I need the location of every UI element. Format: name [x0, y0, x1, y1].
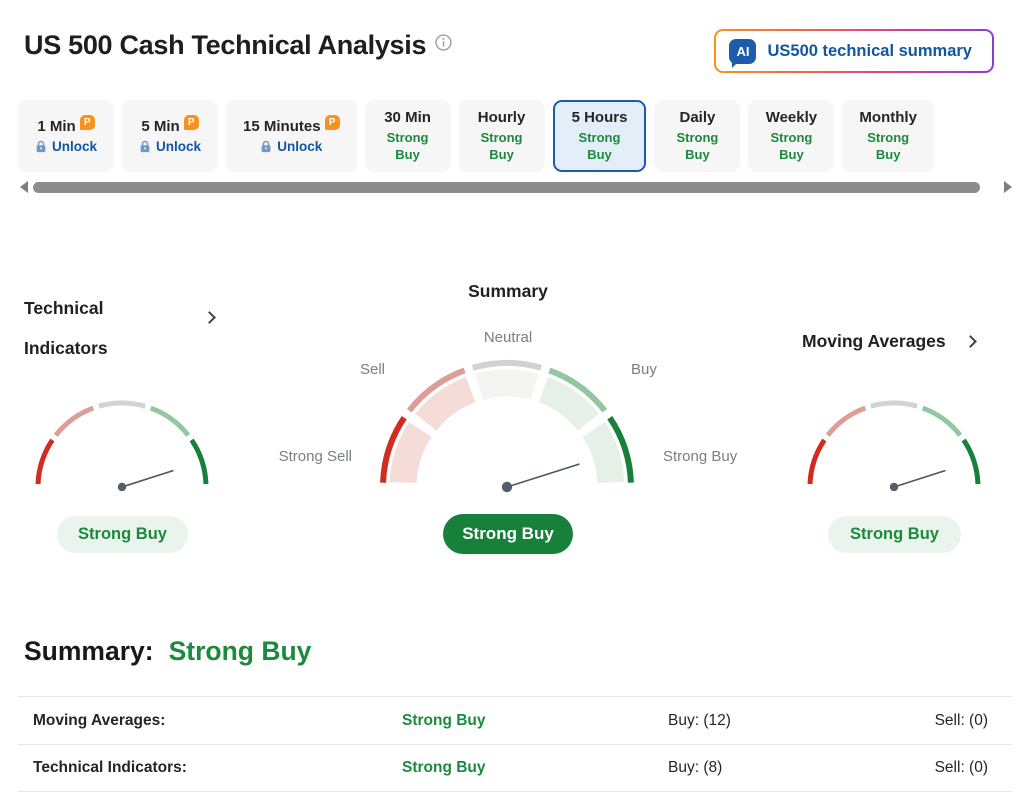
chevron-right-icon	[963, 335, 977, 348]
ai-summary-button[interactable]: AI US500 technical summary	[714, 29, 994, 73]
scroll-left-arrow-icon[interactable]	[20, 181, 28, 193]
gauge-needle	[121, 469, 174, 488]
unlock-button[interactable]: Unlock	[35, 139, 97, 154]
technical-indicators-gauge	[35, 400, 209, 491]
tab-signal: Strong Buy	[578, 129, 621, 162]
moving-averages-gauge	[807, 400, 981, 491]
tab-label: 5 Hours	[571, 108, 628, 126]
scrollbar-thumb[interactable]	[33, 182, 980, 193]
scale-label-neutral: Neutral	[483, 329, 533, 346]
table-row-technical-indicators: Technical Indicators: Strong Buy Buy: (8…	[18, 744, 1012, 792]
gauge-needle	[506, 463, 580, 488]
tab-15-minutes[interactable]: 15 Minutes P Unlock	[226, 100, 357, 172]
summary-gauge-title: Summary	[468, 281, 548, 301]
row-signal: Strong Buy	[402, 711, 486, 729]
technical-analysis-page: US 500 Cash Technical Analysis AI US500 …	[0, 0, 1030, 807]
tab-5-min[interactable]: 5 Min P Unlock	[122, 100, 219, 172]
row-sell-count: Sell: (0)	[934, 759, 988, 776]
tab-signal: Strong Buy	[770, 129, 813, 162]
summary-table: Moving Averages: Strong Buy Buy: (12) Se…	[18, 696, 1012, 792]
tab-label: 30 Min	[384, 108, 431, 126]
summary-heading-value: Strong Buy	[168, 636, 312, 666]
row-sell-count: Sell: (0)	[934, 711, 988, 729]
technical-indicators-link[interactable]: Technical Indicators	[24, 288, 184, 368]
tab-30-min[interactable]: 30 Min Strong Buy	[364, 100, 451, 172]
chevron-right-icon[interactable]	[203, 311, 216, 324]
summary-heading-label: Summary:	[24, 636, 154, 666]
gauge-needle	[893, 469, 946, 488]
tab-label: Monthly	[859, 108, 917, 126]
tab-weekly[interactable]: Weekly Strong Buy	[748, 100, 835, 172]
technical-indicators-signal-pill: Strong Buy	[57, 516, 188, 553]
pro-badge-icon: P	[79, 115, 95, 130]
scale-label-buy: Buy	[631, 361, 657, 378]
pro-badge-icon: P	[183, 115, 199, 130]
tab-signal: Strong Buy	[480, 129, 523, 162]
tab-label: Weekly	[765, 108, 818, 126]
row-buy-count: Buy: (8)	[668, 759, 723, 776]
scrollbar-track[interactable]	[33, 181, 999, 193]
lock-icon	[36, 140, 46, 153]
moving-averages-link[interactable]: Moving Averages	[802, 331, 977, 352]
summary-signal-pill: Strong Buy	[443, 514, 573, 554]
tab-1-min[interactable]: 1 Min P Unlock	[18, 100, 115, 172]
table-row-moving-averages: Moving Averages: Strong Buy Buy: (12) Se…	[18, 696, 1012, 744]
tab-daily[interactable]: Daily Strong Buy	[654, 100, 741, 172]
ai-button-label: US500 technical summary	[767, 41, 972, 60]
tab-label: 15 Minutes	[243, 118, 321, 135]
tab-signal: Strong Buy	[386, 129, 429, 162]
tab-label: 5 Min	[141, 118, 180, 135]
ai-chat-icon: AI	[729, 38, 757, 68]
info-icon[interactable]	[435, 34, 452, 56]
scale-label-sell: Sell	[359, 361, 385, 378]
unlock-button[interactable]: Unlock	[260, 139, 322, 154]
tab-signal: Strong Buy	[676, 129, 719, 162]
tab-monthly[interactable]: Monthly Strong Buy	[842, 100, 934, 172]
tab-5-hours[interactable]: 5 Hours Strong Buy	[552, 100, 647, 172]
tab-label: 1 Min	[37, 118, 76, 135]
tab-hourly[interactable]: Hourly Strong Buy	[458, 100, 545, 172]
summary-gauge	[380, 359, 634, 493]
unlock-button[interactable]: Unlock	[139, 139, 201, 154]
row-label: Technical Indicators:	[33, 759, 187, 776]
timeframe-tabs: 1 Min P Unlock 5 Min P Unlock 15 Minutes…	[18, 100, 934, 172]
scale-label-strong-sell: Strong Sell	[278, 448, 352, 465]
tab-signal: Strong Buy	[867, 129, 910, 162]
scroll-right-arrow-icon[interactable]	[1004, 181, 1012, 193]
row-buy-count: Buy: (12)	[668, 711, 731, 729]
lock-icon	[261, 140, 271, 153]
pro-badge-icon: P	[324, 115, 340, 130]
moving-averages-signal-pill: Strong Buy	[828, 516, 961, 553]
tabs-scrollbar	[20, 180, 1012, 194]
row-signal: Strong Buy	[402, 759, 486, 776]
summary-heading: Summary: Strong Buy	[24, 636, 311, 667]
scale-label-strong-buy: Strong Buy	[663, 448, 738, 465]
lock-icon	[140, 140, 150, 153]
tab-label: Hourly	[477, 108, 526, 126]
page-title: US 500 Cash Technical Analysis	[24, 30, 427, 60]
tab-label: Daily	[679, 108, 716, 126]
page-header: US 500 Cash Technical Analysis	[24, 30, 452, 61]
row-label: Moving Averages:	[33, 711, 166, 729]
